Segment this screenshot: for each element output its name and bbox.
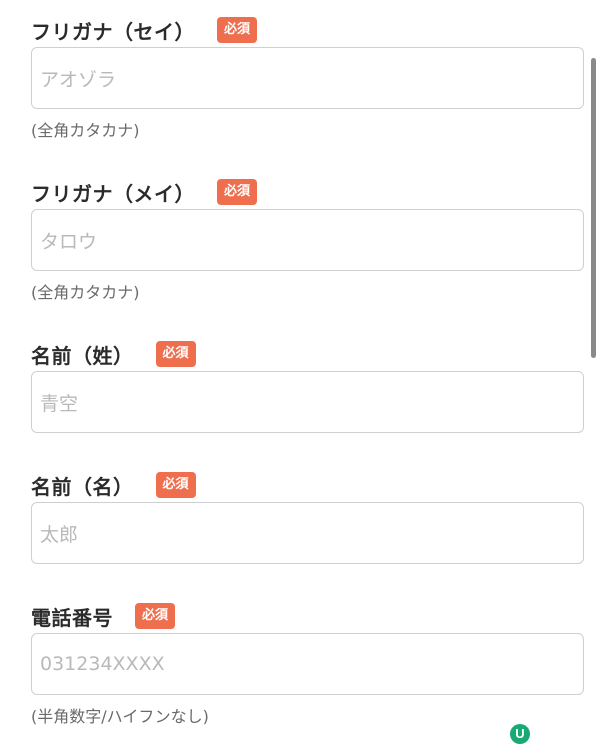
scrollbar[interactable] <box>591 58 596 358</box>
field-label-row: 名前（名） 必須 <box>31 470 584 500</box>
field-label: フリガナ（セイ） <box>31 19 195 44</box>
input-placeholder: 太郎 <box>40 523 79 546</box>
input-placeholder: タロウ <box>40 230 98 253</box>
furigana-sei-input[interactable]: アオゾラ <box>31 47 584 109</box>
required-badge: 必須 <box>155 341 196 367</box>
field-label: 名前（名） <box>31 474 134 499</box>
field-label-row: 電話番号 必須 <box>31 601 584 631</box>
furigana-mei-input[interactable]: タロウ <box>31 209 584 271</box>
last-name-field: 名前（姓） 必須 青空 <box>31 339 584 433</box>
signup-form-page: フリガナ（セイ） 必須 アオゾラ (全角カタカナ) フリガナ（メイ） 必須 タロ… <box>0 0 600 750</box>
input-placeholder: アオゾラ <box>40 68 117 91</box>
required-badge: 必須 <box>217 179 258 205</box>
field-hint: (全角カタカナ) <box>31 283 140 302</box>
first-name-field: 名前（名） 必須 太郎 <box>31 470 584 564</box>
phone-input[interactable]: 031234XXXX <box>31 633 584 695</box>
field-hint: (全角カタカナ) <box>31 121 140 140</box>
furigana-mei-field: フリガナ（メイ） 必須 タロウ (全角カタカナ) <box>31 177 584 302</box>
input-placeholder: 031234XXXX <box>40 653 165 675</box>
field-label-row: 名前（姓） 必須 <box>31 339 584 369</box>
last-name-input[interactable]: 青空 <box>31 371 584 433</box>
field-label: 名前（姓） <box>31 343 134 368</box>
furigana-sei-field: フリガナ（セイ） 必須 アオゾラ (全角カタカナ) <box>31 15 584 140</box>
u-logo-icon[interactable]: U <box>510 724 530 744</box>
required-badge: 必須 <box>217 17 258 43</box>
field-label-row: フリガナ（セイ） 必須 <box>31 15 584 45</box>
required-badge: 必須 <box>155 472 196 498</box>
input-placeholder: 青空 <box>40 392 79 415</box>
phone-field: 電話番号 必須 031234XXXX (半角数字/ハイフンなし) <box>31 601 584 726</box>
required-badge: 必須 <box>135 603 176 629</box>
field-hint: (半角数字/ハイフンなし) <box>31 707 209 726</box>
field-label: フリガナ（メイ） <box>31 181 195 206</box>
field-label: 電話番号 <box>31 605 113 630</box>
first-name-input[interactable]: 太郎 <box>31 502 584 564</box>
field-label-row: フリガナ（メイ） 必須 <box>31 177 584 207</box>
